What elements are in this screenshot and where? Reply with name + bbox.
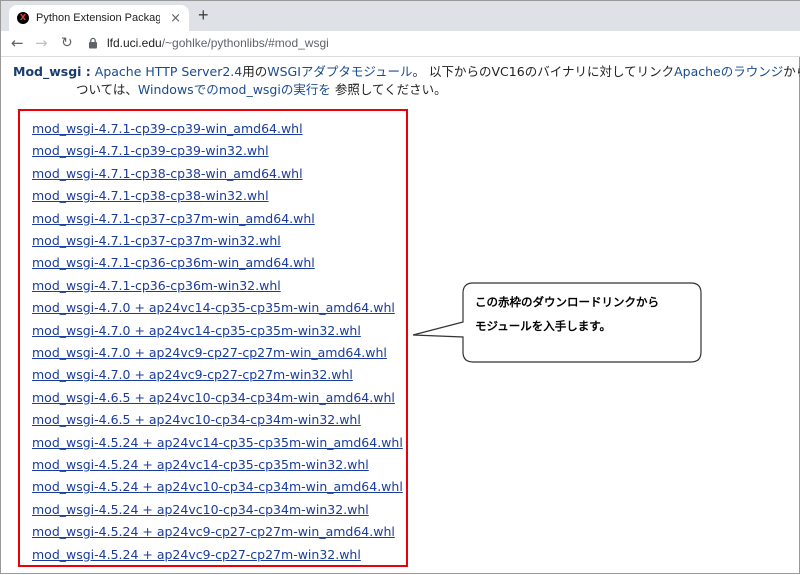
new-tab-button[interactable]: + bbox=[198, 6, 209, 24]
url-text: lfd.uci.edu/~gohlke/pythonlibs/#mod_wsgi bbox=[107, 36, 329, 50]
download-link[interactable]: mod_wsgi-4.7.1-cp39-cp39-win32.whl bbox=[32, 143, 269, 158]
browser-toolbar: ← → ↻ lfd.uci.edu/~gohlke/pythonlibs/#mo… bbox=[1, 31, 800, 57]
url-path: /~gohlke/pythonlibs/#mod_wsgi bbox=[161, 36, 329, 50]
download-link[interactable]: mod_wsgi-4.5.24 + ap24vc14-cp35-cp35m-wi… bbox=[32, 435, 403, 450]
lock-icon bbox=[89, 37, 97, 49]
close-tab-icon[interactable]: × bbox=[170, 12, 181, 25]
intro-text: ついては、 bbox=[76, 82, 138, 97]
address-bar[interactable]: lfd.uci.edu/~gohlke/pythonlibs/#mod_wsgi bbox=[81, 32, 796, 54]
callout-text: この赤枠のダウンロードリンクから モジュールを入手します。 bbox=[475, 290, 695, 338]
favicon-icon: X bbox=[17, 12, 29, 24]
back-arrow-icon[interactable]: ← bbox=[11, 33, 24, 53]
download-link[interactable]: mod_wsgi-4.6.5 + ap24vc10-cp34-cp34m-win… bbox=[32, 390, 395, 405]
intro-text: 。 以下からのVC16のバイナリに対してリンク bbox=[412, 64, 675, 79]
download-link[interactable]: mod_wsgi-4.5.24 + ap24vc9-cp27-cp27m-win… bbox=[32, 547, 361, 562]
browser-tab[interactable]: X Python Extension Packages for W × bbox=[9, 5, 189, 31]
wsgi-adapter-link[interactable]: WSGIアダプタモジュール bbox=[267, 64, 412, 79]
download-link[interactable]: mod_wsgi-4.7.0 + ap24vc9-cp27-cp27m-win3… bbox=[32, 367, 353, 382]
section-heading: Mod_wsgi : bbox=[13, 64, 91, 79]
windows-mod-wsgi-link[interactable]: Windowsでのmod_wsgiの実行を bbox=[138, 82, 331, 97]
download-link[interactable]: mod_wsgi-4.5.24 + ap24vc10-cp34-cp34m-wi… bbox=[32, 479, 403, 494]
callout-line-2: モジュールを入手します。 bbox=[475, 319, 612, 333]
download-link[interactable]: mod_wsgi-4.7.1-cp36-cp36m-win32.whl bbox=[32, 278, 281, 293]
download-link[interactable]: mod_wsgi-4.5.24 + ap24vc14-cp35-cp35m-wi… bbox=[32, 457, 369, 472]
reload-icon[interactable]: ↻ bbox=[61, 33, 73, 53]
download-link[interactable]: mod_wsgi-4.7.1-cp39-cp39-win_amd64.whl bbox=[32, 121, 303, 136]
download-link[interactable]: mod_wsgi-4.7.1-cp36-cp36m-win_amd64.whl bbox=[32, 255, 315, 270]
tab-title: Python Extension Packages for W bbox=[36, 12, 160, 24]
download-link[interactable]: mod_wsgi-4.7.0 + ap24vc14-cp35-cp35m-win… bbox=[32, 300, 395, 315]
download-link[interactable]: mod_wsgi-4.6.5 + ap24vc10-cp34-cp34m-win… bbox=[32, 412, 361, 427]
download-link[interactable]: mod_wsgi-4.5.24 + ap24vc9-cp27-cp27m-win… bbox=[32, 524, 395, 539]
download-link[interactable]: mod_wsgi-4.5.24 + ap24vc10-cp34-cp34m-wi… bbox=[32, 502, 369, 517]
forward-arrow-icon[interactable]: → bbox=[35, 33, 48, 53]
apache-lounge-link[interactable]: Apacheのラウンジ bbox=[674, 64, 783, 79]
intro-text: 参照してください。 bbox=[330, 82, 447, 97]
download-link[interactable]: mod_wsgi-4.7.1-cp38-cp38-win_amd64.whl bbox=[32, 166, 303, 181]
intro-line-2: ついては、Windowsでのmod_wsgiの実行を 参照してください。 bbox=[76, 79, 447, 98]
download-link[interactable]: mod_wsgi-4.7.1-cp37-cp37m-win32.whl bbox=[32, 233, 281, 248]
page-content: Mod_wsgi : Apache HTTP Server2.4用のWSGIアダ… bbox=[1, 57, 800, 575]
download-link[interactable]: mod_wsgi-4.7.0 + ap24vc14-cp35-cp35m-win… bbox=[32, 323, 361, 338]
tab-strip: X Python Extension Packages for W × + bbox=[1, 1, 800, 31]
download-links-highlight-box: mod_wsgi-4.7.1-cp39-cp39-win_amd64.whlmo… bbox=[18, 109, 408, 567]
intro-text: 用の bbox=[242, 64, 268, 79]
apache-link[interactable]: Apache HTTP Server2.4 bbox=[95, 64, 242, 79]
download-link[interactable]: mod_wsgi-4.7.0 + ap24vc9-cp27-cp27m-win_… bbox=[32, 345, 387, 360]
download-link[interactable]: mod_wsgi-4.7.1-cp38-cp38-win32.whl bbox=[32, 188, 269, 203]
url-host: lfd.uci.edu bbox=[107, 36, 162, 50]
intro-text: からとVC bbox=[783, 64, 800, 79]
download-link[interactable]: mod_wsgi-4.7.1-cp37-cp37m-win_amd64.whl bbox=[32, 211, 315, 226]
callout-line-1: この赤枠のダウンロードリンクから bbox=[475, 295, 659, 309]
intro-line-1: Mod_wsgi : Apache HTTP Server2.4用のWSGIアダ… bbox=[13, 61, 800, 80]
